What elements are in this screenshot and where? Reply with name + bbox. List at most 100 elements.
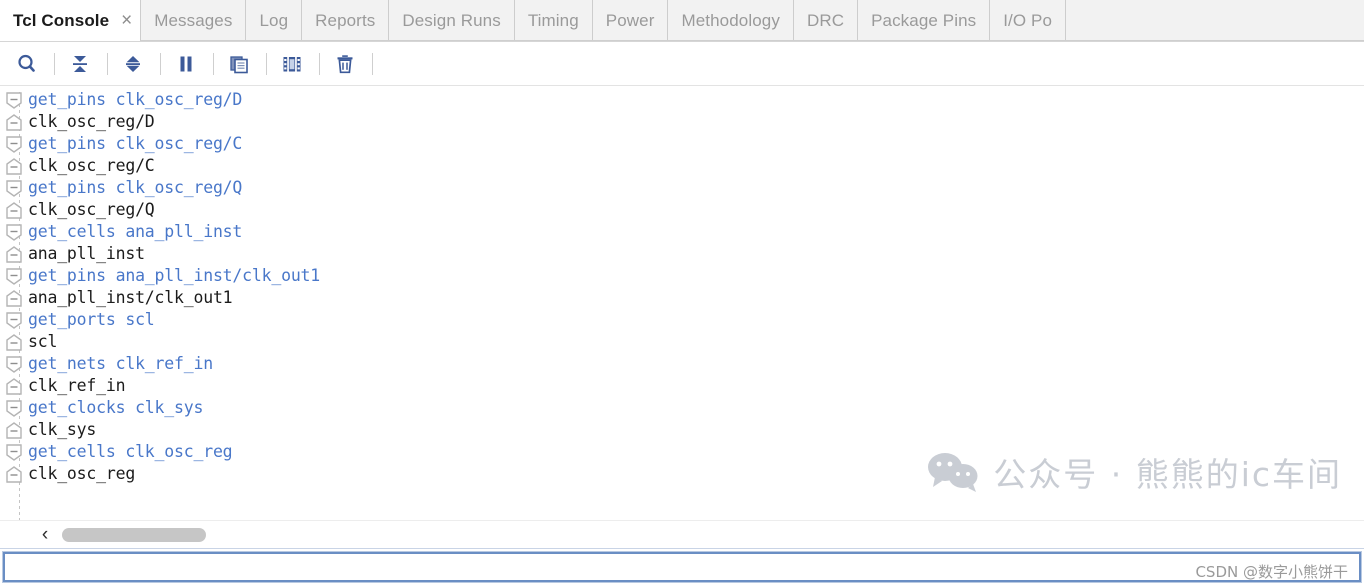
collapse-marker-command-icon[interactable] — [0, 353, 28, 375]
console-line-text: get_nets clk_ref_in — [28, 354, 213, 373]
collapse-marker-result-icon[interactable] — [0, 375, 28, 397]
toolbar-separator — [372, 52, 373, 75]
console-line-text: get_ports scl — [28, 310, 155, 329]
console-line: get_nets clk_ref_in — [0, 353, 1364, 375]
tab-label: Timing — [527, 10, 579, 30]
console-line-text: get_pins clk_osc_reg/C — [28, 134, 243, 153]
collapse-marker-result-icon[interactable] — [0, 111, 28, 133]
scrollbar-thumb[interactable] — [62, 527, 206, 542]
tab-label: Package Pins — [871, 10, 977, 30]
console-line-text: get_pins clk_osc_reg/Q — [28, 178, 243, 197]
copy-icon[interactable] — [222, 47, 256, 81]
collapse-marker-result-icon[interactable] — [0, 463, 28, 485]
tab-label: DRC — [806, 10, 845, 30]
collapse-marker-result-icon[interactable] — [0, 199, 28, 221]
console-line-text: ana_pll_inst — [28, 244, 145, 263]
tab-timing[interactable]: Timing — [514, 0, 593, 41]
scroll-left-icon[interactable]: ‹ — [34, 525, 56, 544]
tab-tcl-console[interactable]: Tcl Console — [0, 0, 114, 41]
tab-messages[interactable]: Messages — [141, 0, 247, 41]
toolbar-separator — [107, 52, 108, 75]
console-line-text: get_clocks clk_sys — [28, 398, 204, 417]
tcl-console-panel: Tcl Console × Messages Log Reports Desig… — [0, 0, 1364, 586]
console-line-text: scl — [28, 332, 58, 351]
scroll-left-glyph: ‹ — [41, 524, 49, 545]
command-input-wrapper[interactable] — [2, 551, 1362, 583]
console-line: clk_osc_reg/C — [0, 155, 1364, 177]
close-icon[interactable]: × — [113, 0, 142, 41]
scrollbar-track[interactable] — [56, 527, 1360, 542]
collapse-marker-command-icon[interactable] — [0, 89, 28, 111]
tab-label: Reports — [315, 10, 376, 30]
collapse-all-icon[interactable] — [63, 47, 97, 81]
console-line: get_pins clk_osc_reg/D — [0, 89, 1364, 111]
collapse-marker-command-icon[interactable] — [0, 133, 28, 155]
collapse-marker-command-icon[interactable] — [0, 265, 28, 287]
tab-methodology[interactable]: Methodology — [668, 0, 794, 41]
console-line-text: get_cells clk_osc_reg — [28, 442, 233, 461]
tab-label: Design Runs — [402, 10, 501, 30]
console-line: get_pins clk_osc_reg/Q — [0, 177, 1364, 199]
trash-icon[interactable] — [328, 47, 362, 81]
console-line-text: get_pins clk_osc_reg/D — [28, 90, 243, 109]
console-line-text: clk_sys — [28, 420, 97, 439]
collapse-marker-command-icon[interactable] — [0, 441, 28, 463]
console-line: scl — [0, 331, 1364, 353]
console-lines[interactable]: get_pins clk_osc_reg/D clk_osc_reg/D get… — [0, 86, 1364, 520]
console-line: clk_ref_in — [0, 375, 1364, 397]
console-line-text: clk_osc_reg/D — [28, 112, 155, 131]
collapse-marker-command-icon[interactable] — [0, 397, 28, 419]
tab-design-runs[interactable]: Design Runs — [389, 0, 515, 41]
console-line-text: clk_ref_in — [28, 376, 126, 395]
tcl-command-input[interactable] — [11, 553, 1353, 581]
tab-power[interactable]: Power — [592, 0, 669, 41]
tab-label: Log — [259, 10, 289, 30]
tab-io-ports[interactable]: I/O Po — [990, 0, 1067, 41]
tab-label: Messages — [154, 10, 233, 30]
close-glyph: × — [121, 9, 133, 31]
console-line: ana_pll_inst — [0, 243, 1364, 265]
console-line: clk_osc_reg/D — [0, 111, 1364, 133]
collapse-marker-result-icon[interactable] — [0, 155, 28, 177]
horizontal-scrollbar[interactable]: ‹ — [0, 520, 1364, 548]
command-input-row — [0, 548, 1364, 586]
toolbar-separator — [160, 52, 161, 75]
collapse-marker-result-icon[interactable] — [0, 419, 28, 441]
collapse-marker-result-icon[interactable] — [0, 287, 28, 309]
scroll-lock-icon[interactable] — [275, 47, 309, 81]
tab-drc[interactable]: DRC — [793, 0, 859, 41]
collapse-marker-command-icon[interactable] — [0, 221, 28, 243]
expand-all-icon[interactable] — [116, 47, 150, 81]
toolbar-separator — [266, 52, 267, 75]
console-line: get_clocks clk_sys — [0, 397, 1364, 419]
collapse-marker-result-icon[interactable] — [0, 331, 28, 353]
console-line: get_pins ana_pll_inst/clk_out1 — [0, 265, 1364, 287]
tab-package-pins[interactable]: Package Pins — [858, 0, 991, 41]
console-line: clk_osc_reg — [0, 463, 1364, 485]
tab-label: I/O Po — [1003, 10, 1053, 30]
console-line-text: clk_osc_reg — [28, 464, 136, 483]
console-line: clk_osc_reg/Q — [0, 199, 1364, 221]
collapse-marker-command-icon[interactable] — [0, 309, 28, 331]
tab-reports[interactable]: Reports — [302, 0, 390, 41]
console-line: ana_pll_inst/clk_out1 — [0, 287, 1364, 309]
collapse-marker-command-icon[interactable] — [0, 177, 28, 199]
toolbar-separator — [54, 52, 55, 75]
tab-label: Tcl Console — [13, 10, 110, 30]
console-line-text: clk_osc_reg/Q — [28, 200, 155, 219]
console-line: get_cells clk_osc_reg — [0, 441, 1364, 463]
pause-icon[interactable] — [169, 47, 203, 81]
console-line-text: get_cells ana_pll_inst — [28, 222, 243, 241]
toolbar-separator — [319, 52, 320, 75]
tab-label: Power — [605, 10, 655, 30]
toolbar-separator — [213, 52, 214, 75]
tab-bar: Tcl Console × Messages Log Reports Desig… — [0, 0, 1364, 42]
tab-log[interactable]: Log — [246, 0, 303, 41]
console-line: get_ports scl — [0, 309, 1364, 331]
console-line: clk_sys — [0, 419, 1364, 441]
console-toolbar — [0, 42, 1364, 86]
console-line: get_cells ana_pll_inst — [0, 221, 1364, 243]
collapse-marker-result-icon[interactable] — [0, 243, 28, 265]
search-icon[interactable] — [10, 47, 44, 81]
console-line-text: clk_osc_reg/C — [28, 156, 155, 175]
